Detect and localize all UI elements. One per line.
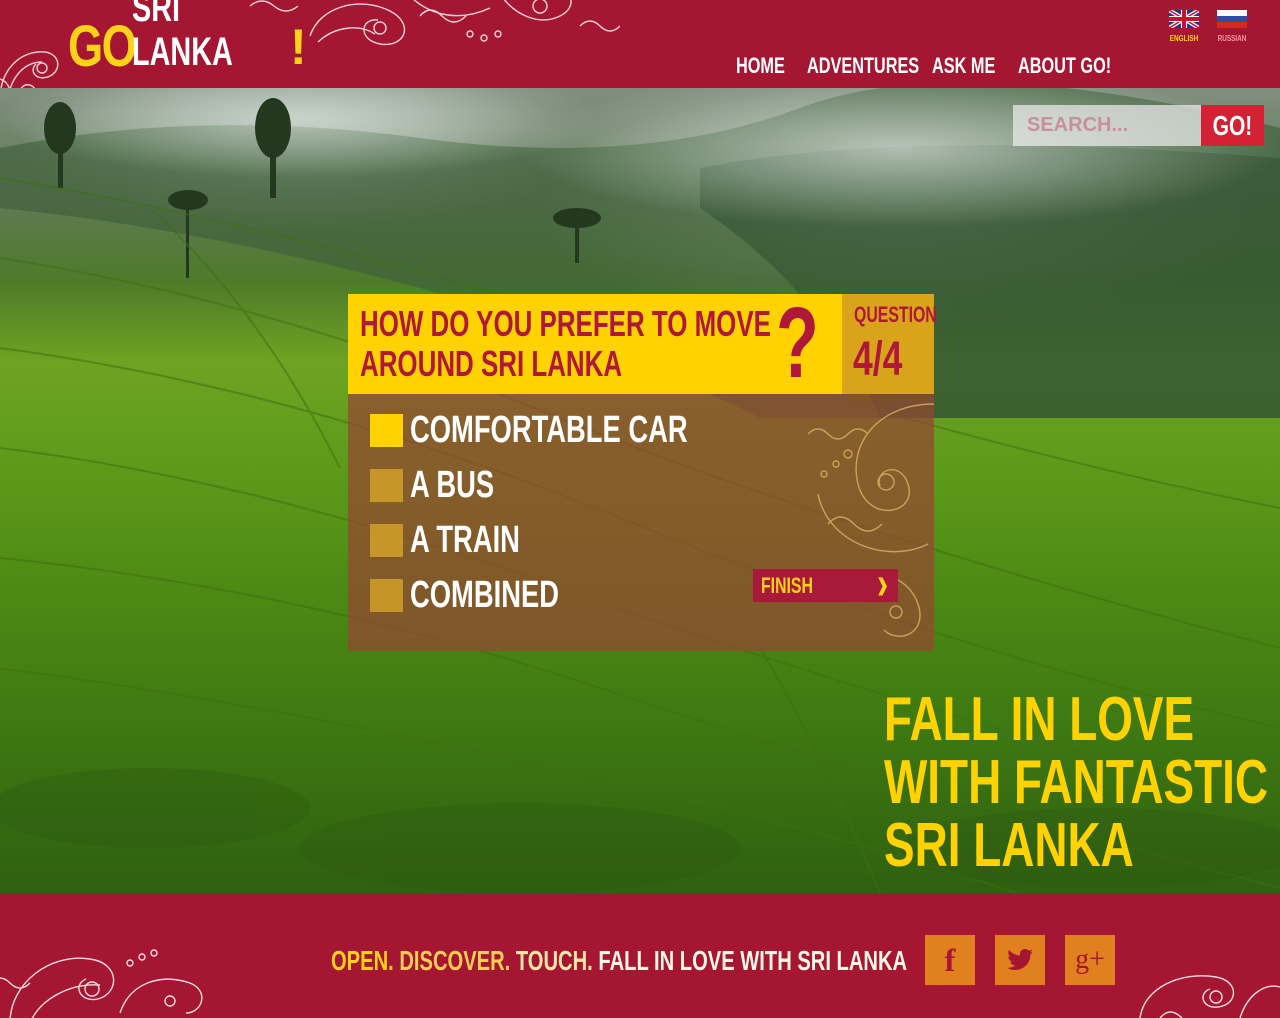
language-label: RUSSIAN [1217, 34, 1247, 43]
question-counter: QUESTION 4/4 [842, 294, 937, 394]
quiz-option-train[interactable]: A TRAIN [370, 520, 563, 560]
paisley-ornament-icon [807, 403, 934, 637]
logo[interactable]: GO SRI LANKA ! [68, 0, 307, 79]
language-english[interactable]: ENGLISH [1164, 10, 1204, 43]
logo-go: GO [68, 14, 137, 79]
google-plus-button[interactable]: g+ [1065, 935, 1115, 985]
search-go-button[interactable]: GO! [1201, 105, 1264, 146]
footer-slogan: OPEN. DISCOVER. TOUCH. FALL IN LOVE WITH… [331, 945, 907, 977]
twitter-button[interactable] [995, 935, 1045, 985]
option-label: A TRAIN [410, 519, 520, 561]
question-counter-label: QUESTION [854, 302, 937, 327]
site-footer: OPEN. DISCOVER. TOUCH. FALL IN LOVE WITH… [0, 893, 1280, 1018]
nav-home[interactable]: HOME [736, 52, 785, 80]
twitter-icon [1007, 949, 1033, 970]
language-russian[interactable]: RUSSIAN [1212, 10, 1252, 43]
finish-button[interactable]: FINISH ❱ [753, 569, 898, 602]
facebook-button[interactable]: f [925, 935, 975, 985]
hero-section: GO! HOW DO YOU PREFER TO MOVE AROUND SRI… [0, 88, 1280, 893]
nav-ask-me[interactable]: ASK ME [932, 52, 995, 80]
search-input[interactable] [1013, 105, 1201, 146]
option-checkbox[interactable] [370, 413, 403, 447]
nav-adventures[interactable]: ADVENTURES [807, 52, 919, 80]
quiz-options-panel: COMFORTABLE CAR A BUS A TRAIN COMBINED F… [348, 394, 934, 651]
nav-about[interactable]: ABOUT GO! [1018, 52, 1111, 80]
option-label: A BUS [410, 464, 495, 506]
russia-flag-icon [1217, 10, 1247, 28]
quiz-header: HOW DO YOU PREFER TO MOVE AROUND SRI LAN… [348, 288, 842, 398]
option-label: COMBINED [410, 574, 559, 616]
site-header: GO SRI LANKA ! ENGLISH RUSSIAN HOME ADVE… [0, 0, 1280, 88]
quiz-option-bus[interactable]: A BUS [370, 465, 527, 505]
chevron-right-icon: ❱ [874, 575, 890, 595]
tagline-line-2: WITH FANTASTIC [884, 748, 1268, 817]
paisley-ornament-icon [0, 51, 59, 88]
slogan-rest: FALL IN LOVE WITH SRI LANKA [598, 945, 908, 976]
paisley-ornament-icon [0, 949, 203, 1018]
question-mark-icon: ? [776, 287, 819, 399]
option-checkbox[interactable] [370, 523, 403, 557]
tagline-line-1: FALL IN LOVE [884, 685, 1195, 754]
search-go-label: GO! [1212, 109, 1253, 141]
slogan-open: OPEN. [331, 945, 394, 976]
option-checkbox[interactable] [370, 468, 403, 502]
logo-name: SRI LANKA [132, 0, 233, 74]
finish-label: FINISH [761, 573, 813, 598]
logo-exclamation: ! [290, 19, 307, 75]
hero-tagline: FALL IN LOVE WITH FANTASTIC SRI LANKA [884, 685, 1268, 880]
search-box [1013, 105, 1201, 146]
quiz-card: HOW DO YOU PREFER TO MOVE AROUND SRI LAN… [348, 288, 937, 651]
option-checkbox[interactable] [370, 578, 403, 612]
question-counter-value: 4/4 [853, 333, 903, 386]
option-label: COMFORTABLE CAR [410, 409, 688, 451]
language-label: ENGLISH [1169, 34, 1199, 43]
paisley-ornament-icon [1139, 975, 1280, 1018]
tagline-line-3: SRI LANKA [884, 811, 1134, 880]
quiz-option-comfortable-car[interactable]: COMFORTABLE CAR [370, 410, 796, 450]
google-plus-icon: g+ [1075, 944, 1105, 975]
slogan-touch: TOUCH. [515, 945, 593, 976]
quiz-question: HOW DO YOU PREFER TO MOVE AROUND SRI LAN… [360, 303, 771, 384]
slogan-discover: DISCOVER. [399, 945, 511, 976]
uk-flag-icon [1169, 10, 1199, 28]
quiz-option-combined[interactable]: COMBINED [370, 575, 617, 615]
quiz-question-line-2: AROUND SRI LANKA [360, 343, 623, 384]
facebook-icon: f [944, 942, 956, 978]
quiz-question-line-1: HOW DO YOU PREFER TO MOVE [360, 303, 771, 344]
